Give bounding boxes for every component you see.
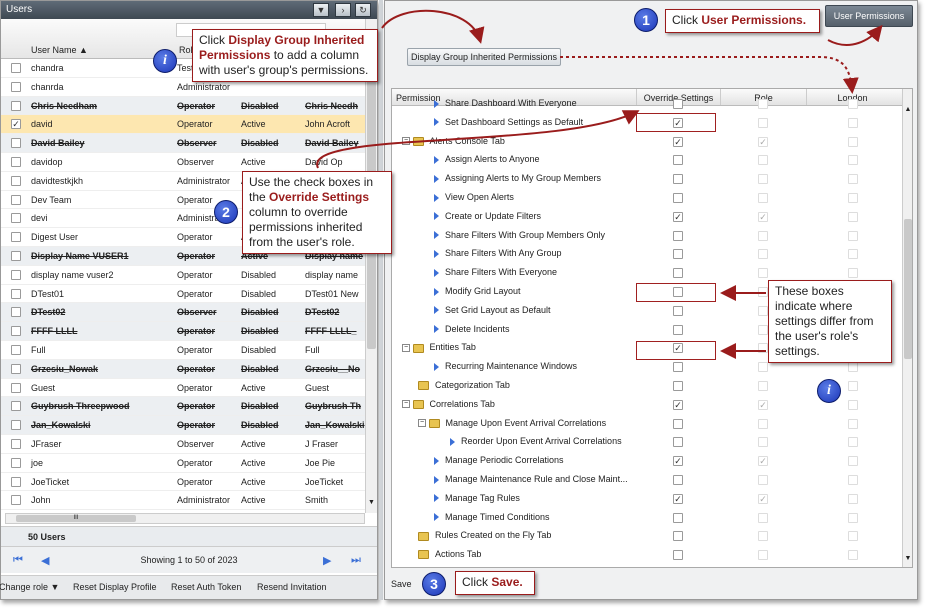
- step-2-badge: 2: [214, 200, 238, 224]
- step-1-badge: 1: [634, 8, 658, 32]
- callout-save: Click Save.: [455, 571, 535, 595]
- step-3-badge: 3: [422, 572, 446, 596]
- callout-differ-boxes: These boxes indicate where settings diff…: [768, 280, 892, 363]
- callout-user-permissions: Click User Permissions.: [665, 9, 820, 33]
- callout-override-settings: Use the check boxes in the Override Sett…: [242, 171, 392, 254]
- info-icon-right: i: [817, 379, 841, 403]
- info-icon-top: i: [153, 49, 177, 73]
- callout-display-group: Click Display Group Inherited Permission…: [192, 29, 378, 82]
